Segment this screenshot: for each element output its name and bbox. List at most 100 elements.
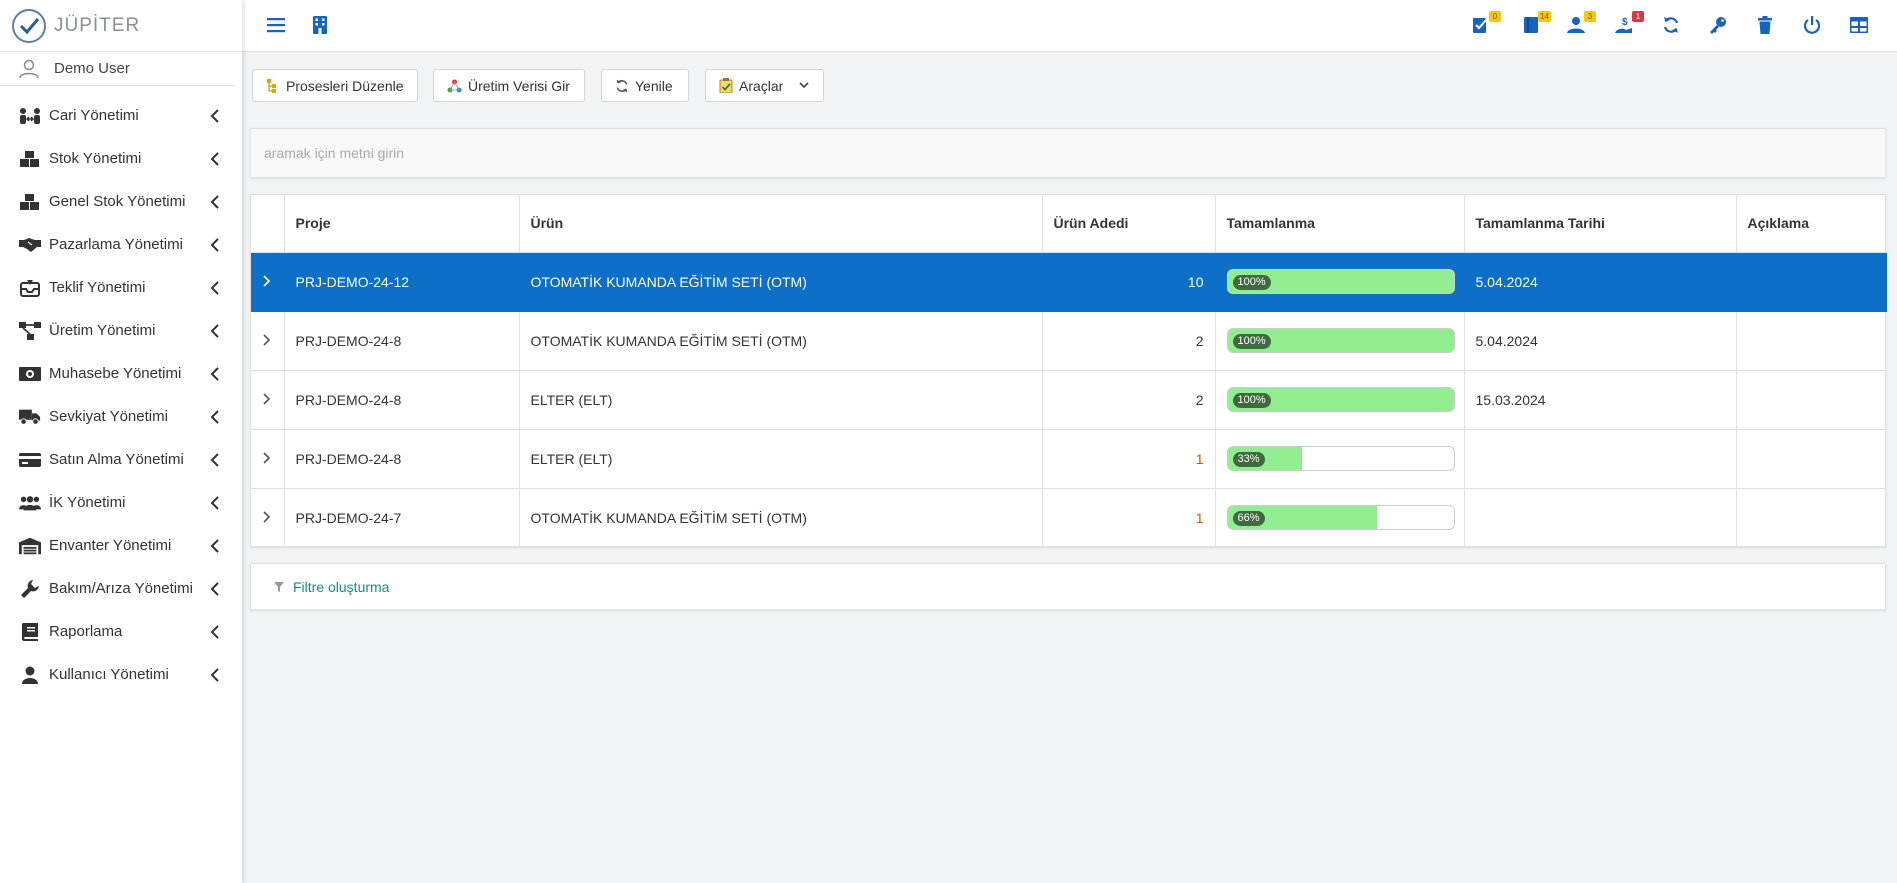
logo[interactable]: JÜPİTER [0, 0, 242, 52]
sidebar-item-10[interactable]: Envanter Yönetimi [0, 524, 242, 567]
cell-quantity: 2 [1042, 311, 1216, 371]
sidebar-item-9[interactable]: İK Yönetimi [0, 481, 242, 524]
expand-row-cell[interactable] [251, 311, 285, 371]
payments-badge: 1 [1632, 11, 1644, 22]
sidebar-item-11[interactable]: Bakım/Arıza Yönetimi [0, 567, 242, 610]
table-row[interactable]: PRJ-DEMO-24-8 ELTER (ELT) 2 100% 15.03.2024 [251, 370, 1887, 430]
cell-completion: 100% [1215, 252, 1465, 312]
tools-dropdown-button[interactable]: Araçlar [705, 69, 824, 102]
key-icon[interactable] [1706, 13, 1730, 37]
cell-product: ELTER (ELT) [519, 370, 1043, 430]
expand-row-cell[interactable] [251, 252, 285, 312]
approvals-icon[interactable]: 3 [1564, 11, 1596, 37]
table-grid-icon[interactable] [1847, 13, 1871, 37]
completion-progress-label: 66% [1232, 511, 1265, 526]
cell-project: PRJ-DEMO-24-8 [284, 311, 520, 371]
cell-product: OTOMATİK KUMANDA EĞİTİM SETİ (OTM) [519, 252, 1043, 312]
cell-description [1736, 252, 1887, 312]
sidebar-item-1[interactable]: Stok Yönetimi [0, 137, 242, 180]
cell-project: PRJ-DEMO-24-8 [284, 429, 520, 489]
cell-description [1736, 488, 1887, 548]
user-outline-icon [19, 59, 39, 78]
sidebar-item-label: Teklif Yönetimi [49, 279, 146, 296]
expand-row-cell[interactable] [251, 429, 285, 489]
sidebar-item-8[interactable]: Satın Alma Yönetimi [0, 438, 242, 481]
column-header-quantity[interactable]: Ürün Adedi [1042, 195, 1216, 253]
cell-completion: 100% [1215, 370, 1465, 430]
building-icon[interactable] [308, 13, 332, 37]
chevron-right-icon [263, 451, 271, 464]
chevron-left-icon [210, 452, 219, 467]
refresh-button[interactable]: Yenile [601, 69, 689, 102]
notes-icon[interactable]: 14 [1519, 11, 1551, 37]
completion-progress-label: 100% [1232, 334, 1271, 349]
chevron-left-icon [210, 624, 219, 639]
search-bar [250, 128, 1886, 178]
chevron-left-icon [210, 237, 219, 252]
column-header-completion[interactable]: Tamamlanma [1215, 195, 1465, 253]
enter-production-data-label: Üretim Verisi Gir [468, 77, 570, 94]
sidebar-item-label: Muhasebe Yönetimi [49, 365, 182, 382]
chevron-right-icon [263, 333, 271, 346]
cell-project: PRJ-DEMO-24-12 [284, 252, 520, 312]
sidebar-item-6[interactable]: Muhasebe Yönetimi [0, 352, 242, 395]
user-name: Demo User [54, 60, 130, 77]
sidebar-item-13[interactable]: Kullanıcı Yönetimi [0, 653, 242, 696]
chevron-right-icon [263, 510, 271, 523]
column-header-completion-date[interactable]: Tamamlanma Tarihi [1464, 195, 1737, 253]
search-input[interactable] [251, 129, 1885, 177]
chevron-left-icon [210, 409, 219, 424]
cell-completion: 100% [1215, 311, 1465, 371]
column-header-product[interactable]: Ürün [519, 195, 1043, 253]
create-filter-link[interactable]: Filtre oluşturma [293, 579, 389, 595]
cell-completion-date: 15.03.2024 [1464, 370, 1737, 430]
payments-icon[interactable]: $ 1 [1612, 11, 1644, 37]
sidebar-item-0[interactable]: Cari Yönetimi [0, 94, 242, 137]
edit-processes-label: Prosesleri Düzenle [286, 77, 404, 94]
notes-badge: 14 [1538, 11, 1551, 22]
tasks-icon[interactable]: 0 [1469, 11, 1501, 37]
sidebar-item-4[interactable]: Teklif Yönetimi [0, 266, 242, 309]
table-row[interactable]: PRJ-DEMO-24-12 OTOMATİK KUMANDA EĞİTİM SE… [251, 252, 1887, 312]
sidebar-item-2[interactable]: Genel Stok Yönetimi [0, 180, 242, 223]
nodes-icon [447, 79, 462, 92]
cell-quantity: 1 [1042, 488, 1216, 548]
sidebar-item-12[interactable]: Raporlama [0, 610, 242, 653]
cell-project: PRJ-DEMO-24-8 [284, 370, 520, 430]
cell-completion: 66% [1215, 488, 1465, 548]
sidebar-item-label: Genel Stok Yönetimi [49, 193, 186, 210]
chevron-left-icon [210, 323, 219, 338]
chevron-left-icon [210, 151, 219, 166]
boxes-icon [19, 191, 41, 213]
wrench-icon [19, 578, 41, 600]
column-header-project[interactable]: Proje [284, 195, 520, 253]
table-row[interactable]: PRJ-DEMO-24-8 OTOMATİK KUMANDA EĞİTİM SET… [251, 311, 1887, 371]
completion-progress-bar: 33% [1226, 446, 1455, 471]
inbox-icon [19, 277, 41, 299]
table-row[interactable]: PRJ-DEMO-24-7 OTOMATİK KUMANDA EĞİTİM SET… [251, 488, 1887, 548]
column-header-description[interactable]: Açıklama [1736, 195, 1887, 253]
chevron-right-icon [263, 274, 271, 287]
expand-row-cell[interactable] [251, 370, 285, 430]
chevron-left-icon [210, 108, 219, 123]
cell-product: ELTER (ELT) [519, 429, 1043, 489]
completion-progress-label: 33% [1232, 452, 1265, 467]
boxes-icon [19, 148, 41, 170]
sidebar-item-5[interactable]: Üretim Yönetimi [0, 309, 242, 352]
edit-processes-button[interactable]: Prosesleri Düzenle [252, 69, 418, 102]
table-row[interactable]: PRJ-DEMO-24-8 ELTER (ELT) 1 33% [251, 429, 1887, 489]
user-profile[interactable]: Demo User [0, 52, 234, 86]
trash-icon[interactable] [1753, 13, 1777, 37]
sitemap-icon [267, 78, 276, 93]
project-diagram-icon [19, 320, 41, 342]
refresh-icon[interactable] [1659, 13, 1683, 37]
sidebar-item-label: Stok Yönetimi [49, 150, 142, 167]
hamburger-menu-icon[interactable] [264, 13, 288, 37]
sidebar-item-3[interactable]: Pazarlama Yönetimi [0, 223, 242, 266]
enter-production-data-button[interactable]: Üretim Verisi Gir [433, 69, 585, 102]
filter-bar: Filtre oluşturma [250, 563, 1886, 610]
expand-row-cell[interactable] [251, 488, 285, 548]
tools-label: Araçlar [739, 77, 784, 94]
sidebar-item-7[interactable]: Sevkiyat Yönetimi [0, 395, 242, 438]
power-icon[interactable] [1800, 13, 1824, 37]
